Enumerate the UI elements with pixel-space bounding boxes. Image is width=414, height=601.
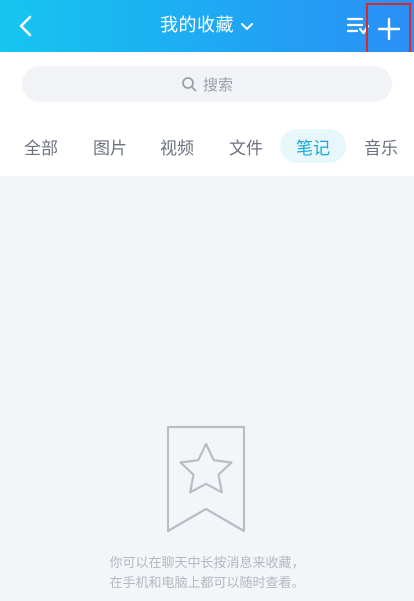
- title-dropdown[interactable]: 我的收藏: [160, 17, 254, 35]
- search-area: 搜索: [0, 52, 414, 116]
- empty-message-line1: 你可以在聊天中长按消息来收藏，: [109, 556, 305, 571]
- plus-icon: [377, 17, 400, 41]
- search-icon: [182, 77, 197, 92]
- tab-images[interactable]: 图片: [77, 129, 143, 163]
- empty-message: 你可以在聊天中长按消息来收藏， 在手机和电脑上都可以随时查看。: [0, 554, 414, 594]
- tab-notes[interactable]: 笔记: [280, 129, 346, 163]
- top-navigation-bar: 我的收藏: [0, 0, 414, 55]
- chevron-down-icon: [241, 23, 253, 30]
- bookmark-star-icon: [166, 425, 246, 533]
- page-title: 我的收藏: [160, 15, 234, 36]
- search-placeholder: 搜索: [202, 75, 233, 94]
- tab-files[interactable]: 文件: [213, 129, 279, 163]
- empty-state: 你可以在聊天中长按消息来收藏， 在手机和电脑上都可以随时查看。: [0, 176, 414, 601]
- tab-videos[interactable]: 视频: [144, 129, 210, 163]
- empty-message-line2: 在手机和电脑上都可以随时查看。: [109, 576, 305, 591]
- add-button[interactable]: [366, 3, 411, 55]
- chevron-left-icon: [19, 15, 32, 37]
- search-input[interactable]: 搜索: [22, 66, 392, 102]
- tab-music[interactable]: 音乐: [348, 129, 414, 163]
- category-tabs: 全部 图片 视频 文件 笔记 音乐: [0, 116, 414, 176]
- tab-all[interactable]: 全部: [8, 129, 74, 163]
- back-button[interactable]: [6, 6, 46, 46]
